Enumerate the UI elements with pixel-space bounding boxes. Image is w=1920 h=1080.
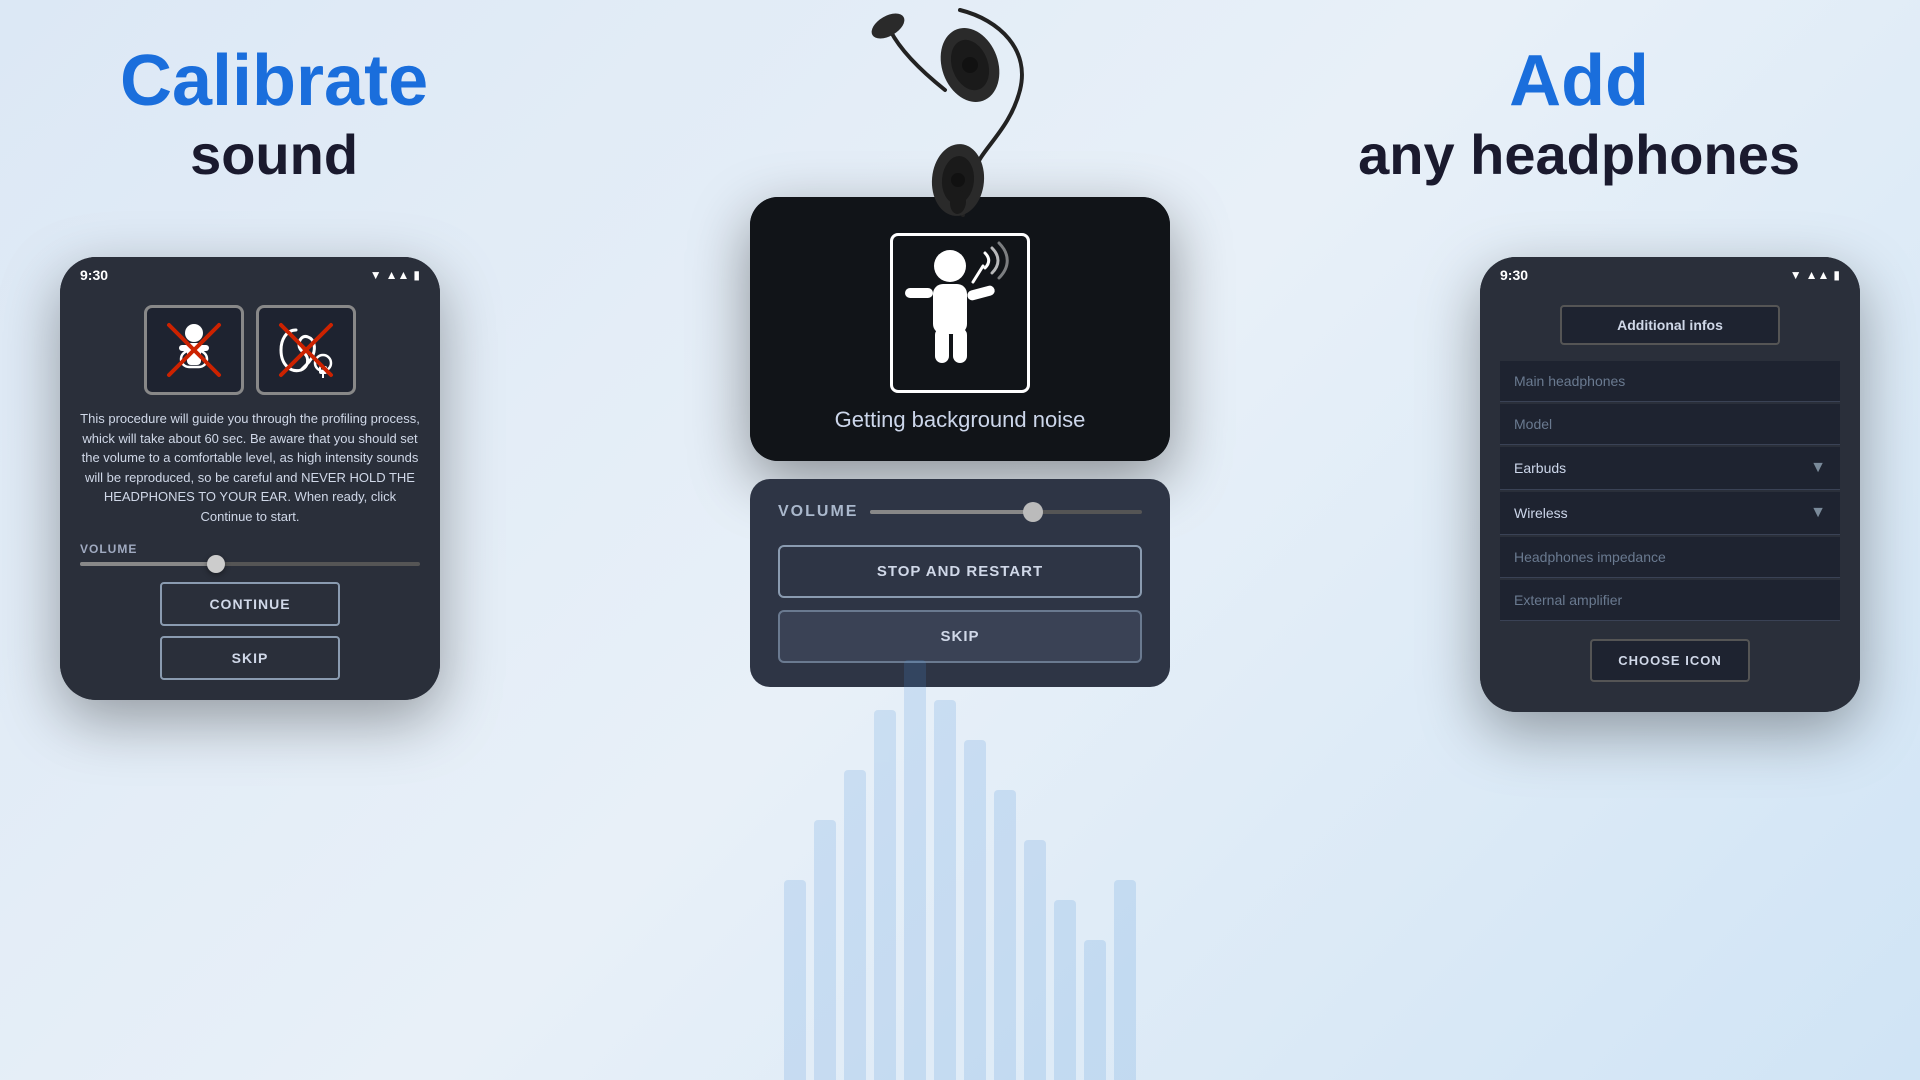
left-skip-button[interactable]: SKIP <box>160 636 340 680</box>
earbuds-dropdown[interactable]: Earbuds ▼ <box>1500 447 1840 490</box>
earphones-illustration <box>780 0 1140 220</box>
right-status-time: 9:30 <box>1500 267 1528 283</box>
signal-icon: ▲▲ <box>386 268 410 282</box>
left-volume-section: VOLUME <box>80 542 420 566</box>
battery-icon: ▮ <box>413 268 420 282</box>
choose-icon-button[interactable]: CHOOSE ICON <box>1590 639 1750 682</box>
headphones-impedance-field[interactable]: Headphones impedance <box>1500 537 1840 578</box>
center-volume-label: VOLUME <box>778 503 858 521</box>
right-status-bar: 9:30 ▼ ▲▲ ▮ <box>1480 257 1860 289</box>
center-skip-button[interactable]: SKIP <box>778 610 1142 663</box>
wifi-icon: ▼ <box>370 268 382 282</box>
center-top: Getting background noise <box>750 197 1170 461</box>
headphones-warning-box <box>144 305 244 395</box>
header-right: Add any headphones <box>1358 40 1800 187</box>
right-signal-icon: ▲▲ <box>1806 268 1830 282</box>
additional-infos-button[interactable]: Additional infos <box>1560 305 1780 345</box>
phones-row: 9:30 ▼ ▲▲ ▮ <box>0 197 1920 712</box>
headphones-warning-icon <box>159 315 229 385</box>
getting-bg-noise-text: Getting background noise <box>835 407 1086 433</box>
earphones-svg <box>780 0 1140 220</box>
warning-icons-row <box>80 305 420 395</box>
any-headphones-subtitle: any headphones <box>1358 122 1800 187</box>
left-status-icons: ▼ ▲▲ ▮ <box>370 268 420 282</box>
ear-warning-icon <box>271 315 341 385</box>
left-phone-content: This procedure will guide you through th… <box>60 289 440 700</box>
external-amplifier-field[interactable]: External amplifier <box>1500 580 1840 621</box>
main-headphones-field[interactable]: Main headphones <box>1500 361 1840 402</box>
ear-warning-box <box>256 305 356 395</box>
left-volume-slider[interactable] <box>80 562 420 566</box>
center-volume-slider[interactable] <box>870 510 1142 514</box>
right-battery-icon: ▮ <box>1833 268 1840 282</box>
warning-text: This procedure will guide you through th… <box>80 409 420 526</box>
sound-subtitle: sound <box>190 122 358 187</box>
right-phone-content: Additional infos Main headphones Model E… <box>1480 289 1860 712</box>
left-phone: 9:30 ▼ ▲▲ ▮ <box>60 257 440 700</box>
right-status-icons: ▼ ▲▲ ▮ <box>1790 268 1840 282</box>
volume-control-card: VOLUME STOP AND RESTART SKIP <box>750 479 1170 687</box>
wireless-dropdown-arrow: ▼ <box>1810 504 1826 522</box>
calibrate-title: Calibrate <box>120 40 428 122</box>
continue-button[interactable]: CONTINUE <box>160 582 340 626</box>
stop-restart-button[interactable]: STOP AND RESTART <box>778 545 1142 598</box>
left-status-time: 9:30 <box>80 267 108 283</box>
left-volume-label: VOLUME <box>80 542 420 556</box>
top-area: Calibrate sound Add any headphones <box>0 0 1920 187</box>
model-field[interactable]: Model <box>1500 404 1840 445</box>
center-card-wrapper: Getting background noise VOLUME STOP AND… <box>750 197 1170 687</box>
earbuds-dropdown-arrow: ▼ <box>1810 459 1826 477</box>
right-phone: 9:30 ▼ ▲▲ ▮ Additional infos Main headph… <box>1480 257 1860 712</box>
person-with-sound-icon <box>895 238 1025 388</box>
left-status-bar: 9:30 ▼ ▲▲ ▮ <box>60 257 440 289</box>
add-title: Add <box>1509 40 1649 122</box>
right-wifi-icon: ▼ <box>1790 268 1802 282</box>
center-card: Getting background noise <box>750 197 1170 461</box>
center-volume-top: VOLUME <box>778 503 1142 521</box>
figure-illustration <box>890 233 1030 393</box>
wireless-dropdown[interactable]: Wireless ▼ <box>1500 492 1840 535</box>
header-left: Calibrate sound <box>120 40 428 187</box>
